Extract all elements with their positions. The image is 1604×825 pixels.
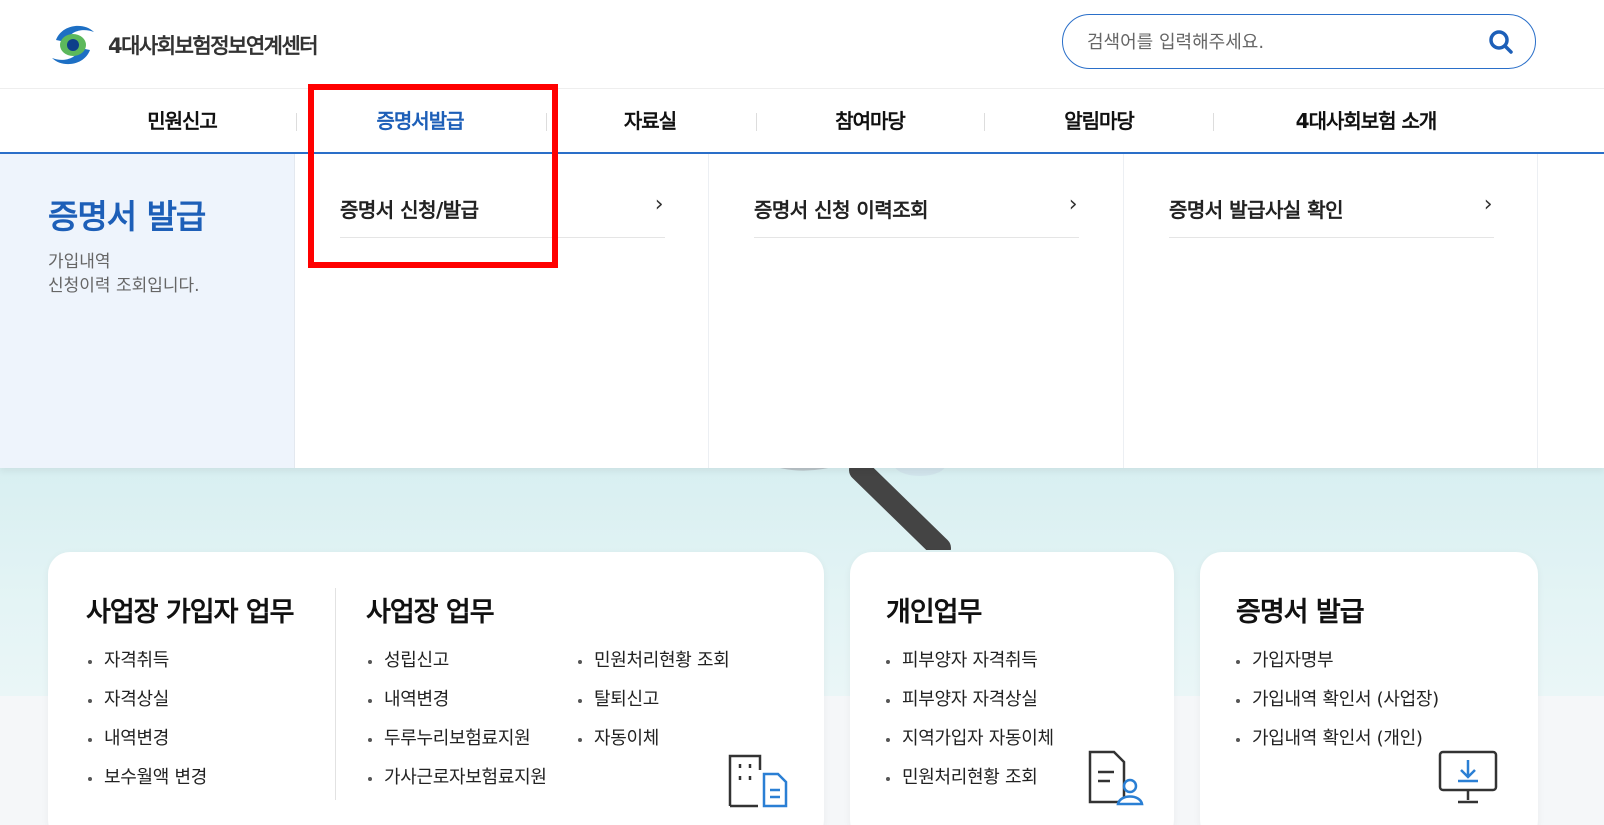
menu-link-label: 증명서 신청 이력조회 [754, 198, 929, 222]
nav-divider [546, 113, 547, 131]
nav-item-participation[interactable]: 참여마당 [770, 89, 970, 153]
list-item[interactable]: 민원처리현황 조회 [576, 646, 730, 685]
nav-item-civil-report[interactable]: 민원신고 [82, 89, 282, 153]
search-input[interactable] [1087, 27, 1467, 57]
list-item[interactable]: 자격상실 [86, 685, 207, 724]
menu-column: 증명서 신청/발급 › [296, 154, 709, 468]
list-item[interactable]: 지역가입자 자동이체 [884, 724, 1054, 763]
nav-divider [1213, 113, 1214, 131]
list-item[interactable]: 보수월액 변경 [86, 763, 207, 802]
logo-icon [52, 25, 94, 65]
nav-divider [296, 113, 297, 131]
list-item[interactable]: 탈퇴신고 [576, 685, 730, 724]
menu-link-certificate-apply[interactable]: 증명서 신청/발급 › [340, 184, 665, 238]
list-item[interactable]: 자동이체 [576, 724, 730, 763]
menu-section-title: 증명서 발급 [48, 197, 206, 236]
nav-item-archive[interactable]: 자료실 [550, 89, 750, 153]
card-business: 사업장 가입자 업무 자격취득 자격상실 내역변경 보수월액 변경 사업장 업무… [48, 552, 824, 825]
card-title-personal: 개인업무 [886, 597, 982, 628]
list-item[interactable]: 민원처리현황 조회 [884, 763, 1054, 802]
search-icon [1489, 30, 1513, 54]
site-logo[interactable]: 4대사회보험정보연계센터 [48, 20, 319, 70]
menu-section-description: 가입내역 신청이력 조회입니다. [48, 252, 200, 296]
monitor-download-icon [1438, 750, 1498, 804]
nav-item-certificate[interactable]: 증명서발급 [320, 89, 520, 153]
card-divider [335, 588, 336, 800]
card-personal: 개인업무 피부양자 자격취득 피부양자 자격상실 지역가입자 자동이체 민원처리… [850, 552, 1174, 825]
menu-link-label: 증명서 발급사실 확인 [1169, 198, 1344, 222]
card-title-business: 사업장 업무 [366, 597, 495, 628]
list-item[interactable]: 내역변경 [86, 724, 207, 763]
nav-item-notice[interactable]: 알림마당 [999, 89, 1199, 153]
card-title-business-member: 사업장 가입자 업무 [86, 597, 295, 628]
chevron-right-icon: › [1483, 192, 1493, 217]
card-certificate: 증명서 발급 가입자명부 가입내역 확인서 (사업장) 가입내역 확인서 (개인… [1200, 552, 1538, 825]
card-title-certificate: 증명서 발급 [1236, 597, 1365, 628]
mega-menu-panel: 증명서 발급 가입내역 신청이력 조회입니다. 증명서 신청/발급 › 증명서 … [0, 154, 1604, 468]
list-item[interactable]: 가사근로자보험료지원 [366, 763, 547, 802]
list-item[interactable]: 성립신고 [366, 646, 547, 685]
menu-link-certificate-history[interactable]: 증명서 신청 이력조회 › [754, 184, 1079, 238]
business-member-list: 자격취득 자격상실 내역변경 보수월액 변경 [86, 646, 207, 802]
menu-column: 증명서 신청 이력조회 › [709, 154, 1124, 468]
document-user-icon [1088, 750, 1144, 806]
list-item[interactable]: 피부양자 자격상실 [884, 685, 1054, 724]
menu-link-label: 증명서 신청/발급 [340, 198, 479, 222]
nav-divider [984, 113, 985, 131]
chevron-right-icon: › [1068, 192, 1078, 217]
building-document-icon [728, 754, 788, 808]
list-item[interactable]: 가입내역 확인서 (사업장) [1234, 685, 1439, 724]
search-box [1062, 14, 1536, 69]
nav-item-about[interactable]: 4대사회보험 소개 [1236, 89, 1496, 153]
nav-divider [756, 113, 757, 131]
list-item[interactable]: 자격취득 [86, 646, 207, 685]
business-list-left: 성립신고 내역변경 두루누리보험료지원 가사근로자보험료지원 [366, 646, 547, 802]
personal-list: 피부양자 자격취득 피부양자 자격상실 지역가입자 자동이체 민원처리현황 조회 [884, 646, 1054, 802]
logo-text: 4대사회보험정보연계센터 [108, 34, 319, 58]
list-item[interactable]: 내역변경 [366, 685, 547, 724]
menu-side-panel: 증명서 발급 가입내역 신청이력 조회입니다. [0, 154, 295, 468]
list-item[interactable]: 가입내역 확인서 (개인) [1234, 724, 1439, 763]
menu-column: 증명서 발급사실 확인 › [1124, 154, 1538, 468]
main-nav: 민원신고 증명서발급 자료실 참여마당 알림마당 4대사회보험 소개 [0, 88, 1604, 154]
list-item[interactable]: 가입자명부 [1234, 646, 1439, 685]
menu-link-certificate-verify[interactable]: 증명서 발급사실 확인 › [1169, 184, 1494, 238]
business-list-right: 민원처리현황 조회 탈퇴신고 자동이체 [576, 646, 730, 763]
list-item[interactable]: 두루누리보험료지원 [366, 724, 547, 763]
site-header: 4대사회보험정보연계센터 [0, 0, 1604, 88]
certificate-list: 가입자명부 가입내역 확인서 (사업장) 가입내역 확인서 (개인) [1234, 646, 1439, 763]
list-item[interactable]: 피부양자 자격취득 [884, 646, 1054, 685]
search-button[interactable] [1485, 27, 1517, 59]
chevron-right-icon: › [654, 192, 664, 217]
